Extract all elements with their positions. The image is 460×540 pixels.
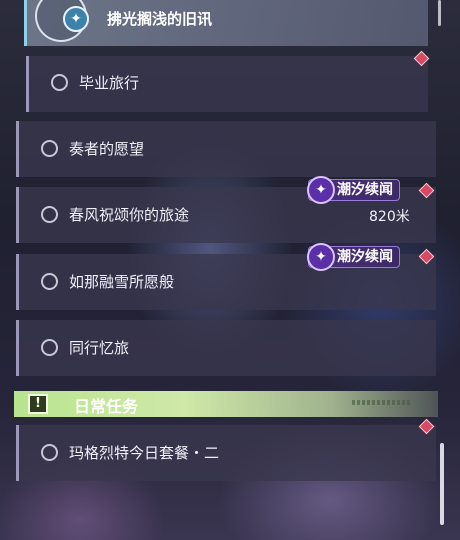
quest-distance: 820米 bbox=[369, 209, 410, 225]
quest-label: 春风祝颂你的旅途 bbox=[69, 206, 190, 224]
quest-status-circle-icon bbox=[41, 444, 58, 461]
quest-status-circle-icon bbox=[51, 74, 68, 91]
alert-icon bbox=[28, 394, 48, 414]
decorative-pattern bbox=[352, 400, 410, 405]
quest-status-circle-icon bbox=[41, 339, 58, 356]
scrollbar-thumb[interactable] bbox=[440, 443, 444, 525]
compass-star-icon bbox=[63, 6, 89, 32]
tide-sequel-tag: 潮汐续闻 bbox=[307, 176, 400, 204]
quest-item-players-wish[interactable]: 奏者的愿望 bbox=[16, 121, 436, 177]
tide-sequel-tag: 潮汐续闻 bbox=[307, 243, 400, 271]
tag-label: 潮汐续闻 bbox=[337, 182, 393, 198]
daily-quests-title: 日常任务 bbox=[74, 397, 139, 416]
scrollbar-top[interactable] bbox=[438, 0, 441, 26]
quest-item-travel-memories[interactable]: 同行忆旅 bbox=[16, 320, 436, 376]
quest-item-margaret-meal[interactable]: 玛格烈特今日套餐・二 bbox=[16, 425, 436, 481]
quest-item-graduation-trip[interactable]: 毕业旅行 bbox=[26, 56, 428, 112]
quest-status-circle-icon bbox=[41, 140, 58, 157]
tide-sequel-icon bbox=[307, 176, 335, 204]
tide-sequel-icon bbox=[307, 243, 335, 271]
quest-status-circle-icon bbox=[41, 273, 58, 290]
quest-label: 毕业旅行 bbox=[79, 74, 140, 92]
tag-label: 潮汐续闻 bbox=[337, 249, 393, 265]
daily-quests-header[interactable]: 日常任务 bbox=[14, 391, 438, 417]
quest-group-title: 拂光搁浅的旧讯 bbox=[107, 10, 213, 28]
quest-label: 同行忆旅 bbox=[69, 339, 130, 357]
quest-status-circle-icon bbox=[41, 206, 58, 223]
quest-label: 玛格烈特今日套餐・二 bbox=[69, 444, 220, 462]
quest-label: 奏者的愿望 bbox=[69, 140, 145, 158]
quest-label: 如那融雪所愿般 bbox=[69, 273, 175, 291]
quest-group-header[interactable]: 拂光搁浅的旧讯 bbox=[24, 0, 428, 46]
